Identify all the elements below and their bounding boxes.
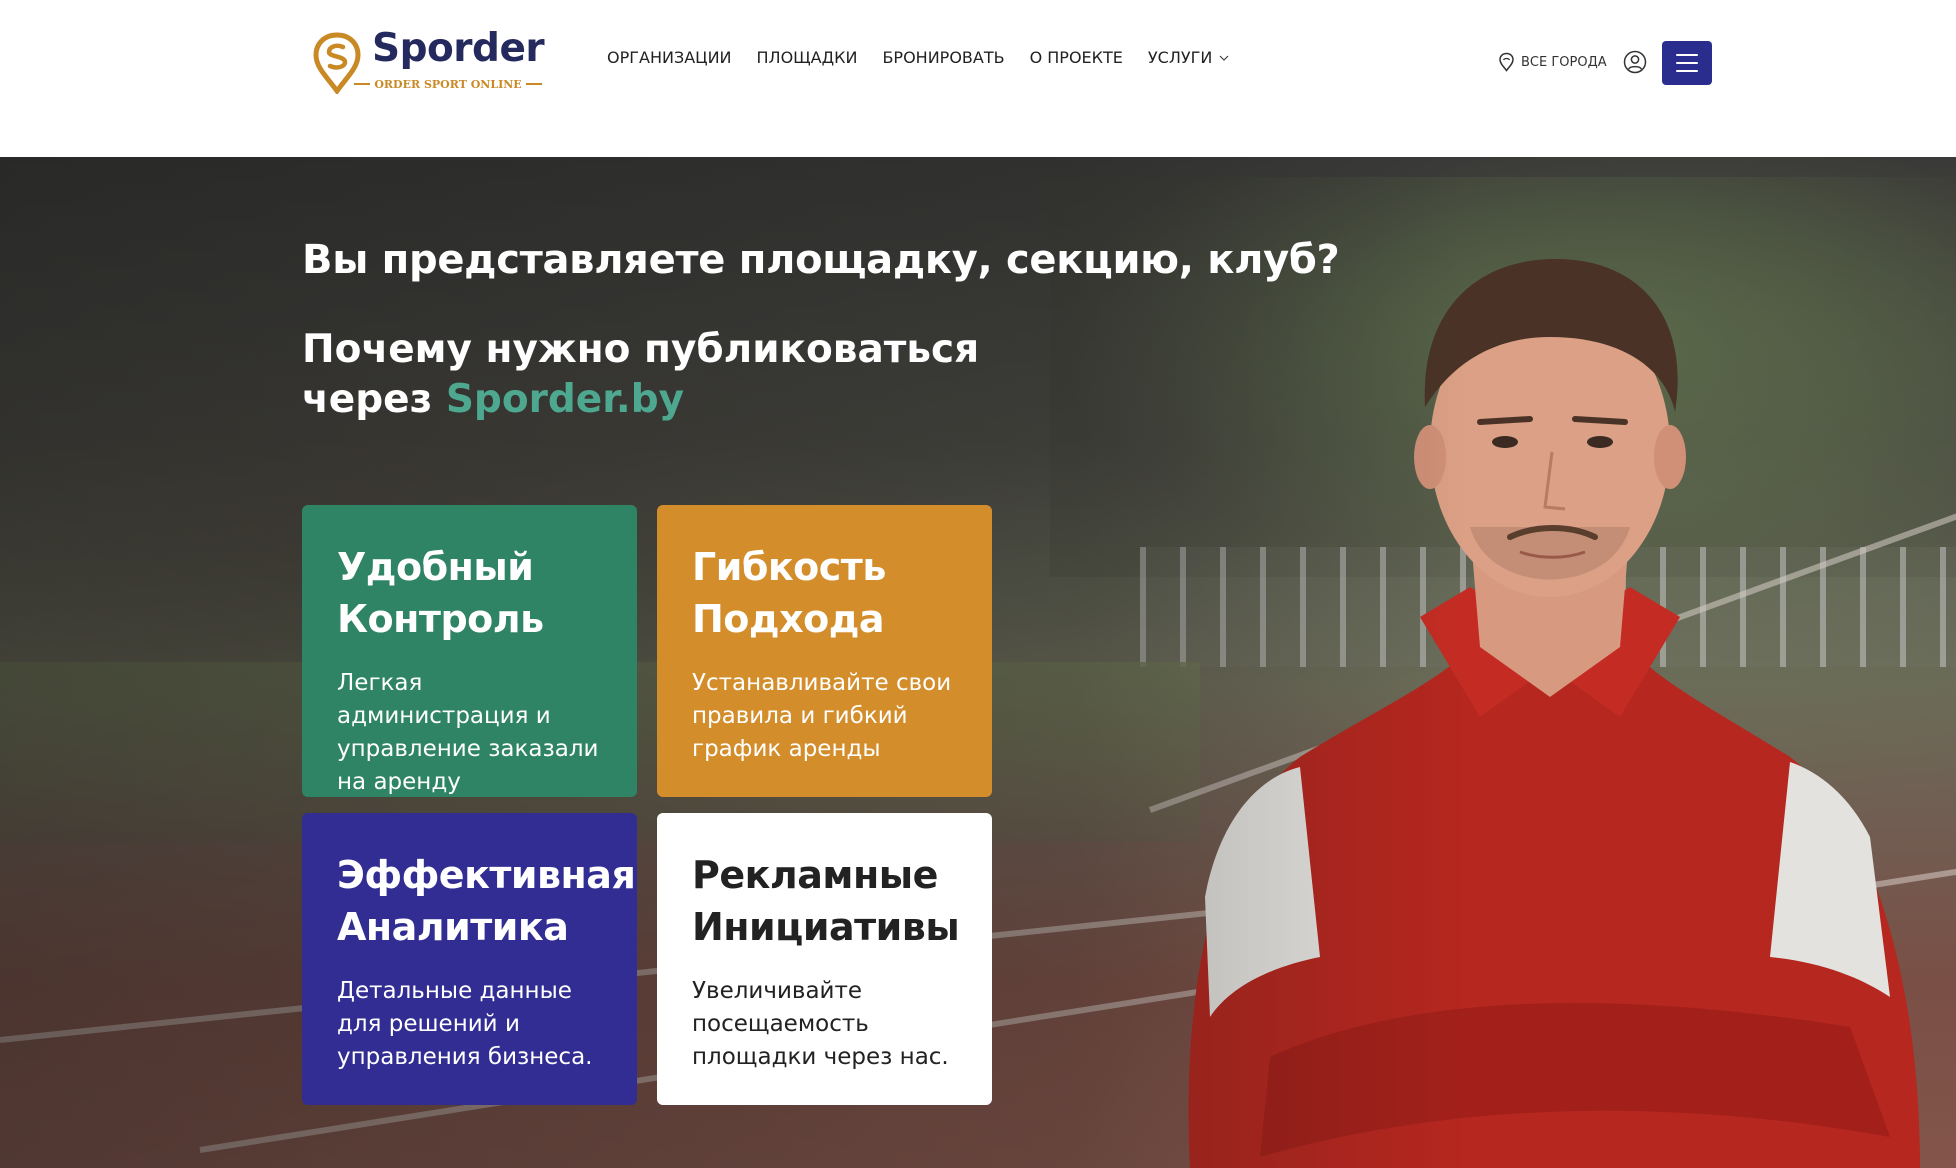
logo-wordmark: Sporder: [372, 26, 545, 71]
hero-subtitle-line1: Почему нужно публиковаться: [302, 327, 980, 372]
feature-card-text: Увеличивайте посещаемость площадки через…: [692, 978, 949, 1070]
feature-card-title-line: Подхода: [692, 597, 885, 641]
logo-tagline: ORDER SPORT ONLINE: [374, 77, 522, 91]
feature-card-analytics: Эффективная Аналитика Детальные данные д…: [302, 813, 637, 1105]
feature-card-text: Устанавливайте свои правила и гибкий гра…: [692, 670, 952, 762]
feature-card-title-line: Аналитика: [337, 905, 569, 949]
feature-card-text: Легкая администрация и управление заказа…: [337, 670, 599, 795]
feature-card-title-line: Эффективная: [337, 853, 636, 897]
logo-rule: [526, 83, 542, 85]
sporder-logo[interactable]: Sporder ORDER SPORT ONLINE: [312, 26, 545, 96]
city-selector[interactable]: ВСЕ ГОРОДА: [1498, 52, 1607, 72]
hamburger-menu-icon-bar: [1676, 54, 1698, 56]
map-pin-icon: [1499, 52, 1514, 72]
hamburger-menu-button[interactable]: [1662, 41, 1712, 85]
hero-section: Вы представляете площадку, секцию, клуб?…: [0, 157, 1956, 1168]
site-header: Sporder ORDER SPORT ONLINE ОРГАНИЗАЦИИ П…: [0, 0, 1956, 157]
feature-card-title: Гибкость Подхода: [692, 541, 958, 645]
hero-brand-name: Sporder.by: [445, 377, 685, 422]
feature-card-title: Рекламные Инициативы: [692, 849, 960, 953]
nav-venues[interactable]: ПЛОЩАДКИ: [757, 48, 858, 67]
feature-card-advertising: Рекламные Инициативы Увеличивайте посеща…: [657, 813, 992, 1105]
nav-services-dropdown[interactable]: УСЛУГИ: [1148, 48, 1230, 67]
user-icon[interactable]: [1623, 50, 1647, 74]
main-nav: ОРГАНИЗАЦИИ ПЛОЩАДКИ БРОНИРОВАТЬ О ПРОЕК…: [607, 48, 1230, 67]
feature-card-title: Удобный Контроль: [337, 541, 603, 645]
feature-card-title-line: Гибкость: [692, 545, 886, 589]
feature-card-title-line: Инициативы: [692, 905, 960, 949]
nav-organizations[interactable]: ОРГАНИЗАЦИИ: [607, 48, 732, 67]
hero-question-heading: Вы представляете площадку, секцию, клуб?: [302, 237, 1340, 283]
nav-services-label: УСЛУГИ: [1147, 48, 1213, 67]
feature-card-title-line: Контроль: [337, 597, 544, 641]
feature-card-text: Детальные данные для решений и управлени…: [337, 978, 593, 1070]
feature-card-title-line: Рекламные: [692, 853, 938, 897]
feature-card-title-line: Удобный: [337, 545, 534, 589]
nav-about[interactable]: О ПРОЕКТЕ: [1030, 48, 1123, 67]
nav-booking[interactable]: БРОНИРОВАТЬ: [882, 48, 1004, 67]
logo-rule: [354, 83, 370, 85]
hero-subtitle: Почему нужно публиковаться через Sporder…: [302, 325, 979, 425]
chevron-down-icon: [1219, 55, 1229, 61]
logo-tagline-row: ORDER SPORT ONLINE: [354, 76, 542, 92]
feature-card-control: Удобный Контроль Легкая администрация и …: [302, 505, 637, 797]
hamburger-menu-icon-bar: [1676, 62, 1698, 64]
city-label: ВСЕ ГОРОДА: [1521, 54, 1607, 70]
hero-subtitle-prefix: через: [302, 377, 433, 422]
feature-card-title: Эффективная Аналитика: [337, 849, 636, 953]
hamburger-menu-icon-bar: [1676, 70, 1698, 72]
feature-card-flexibility: Гибкость Подхода Устанавливайте свои пра…: [657, 505, 992, 797]
